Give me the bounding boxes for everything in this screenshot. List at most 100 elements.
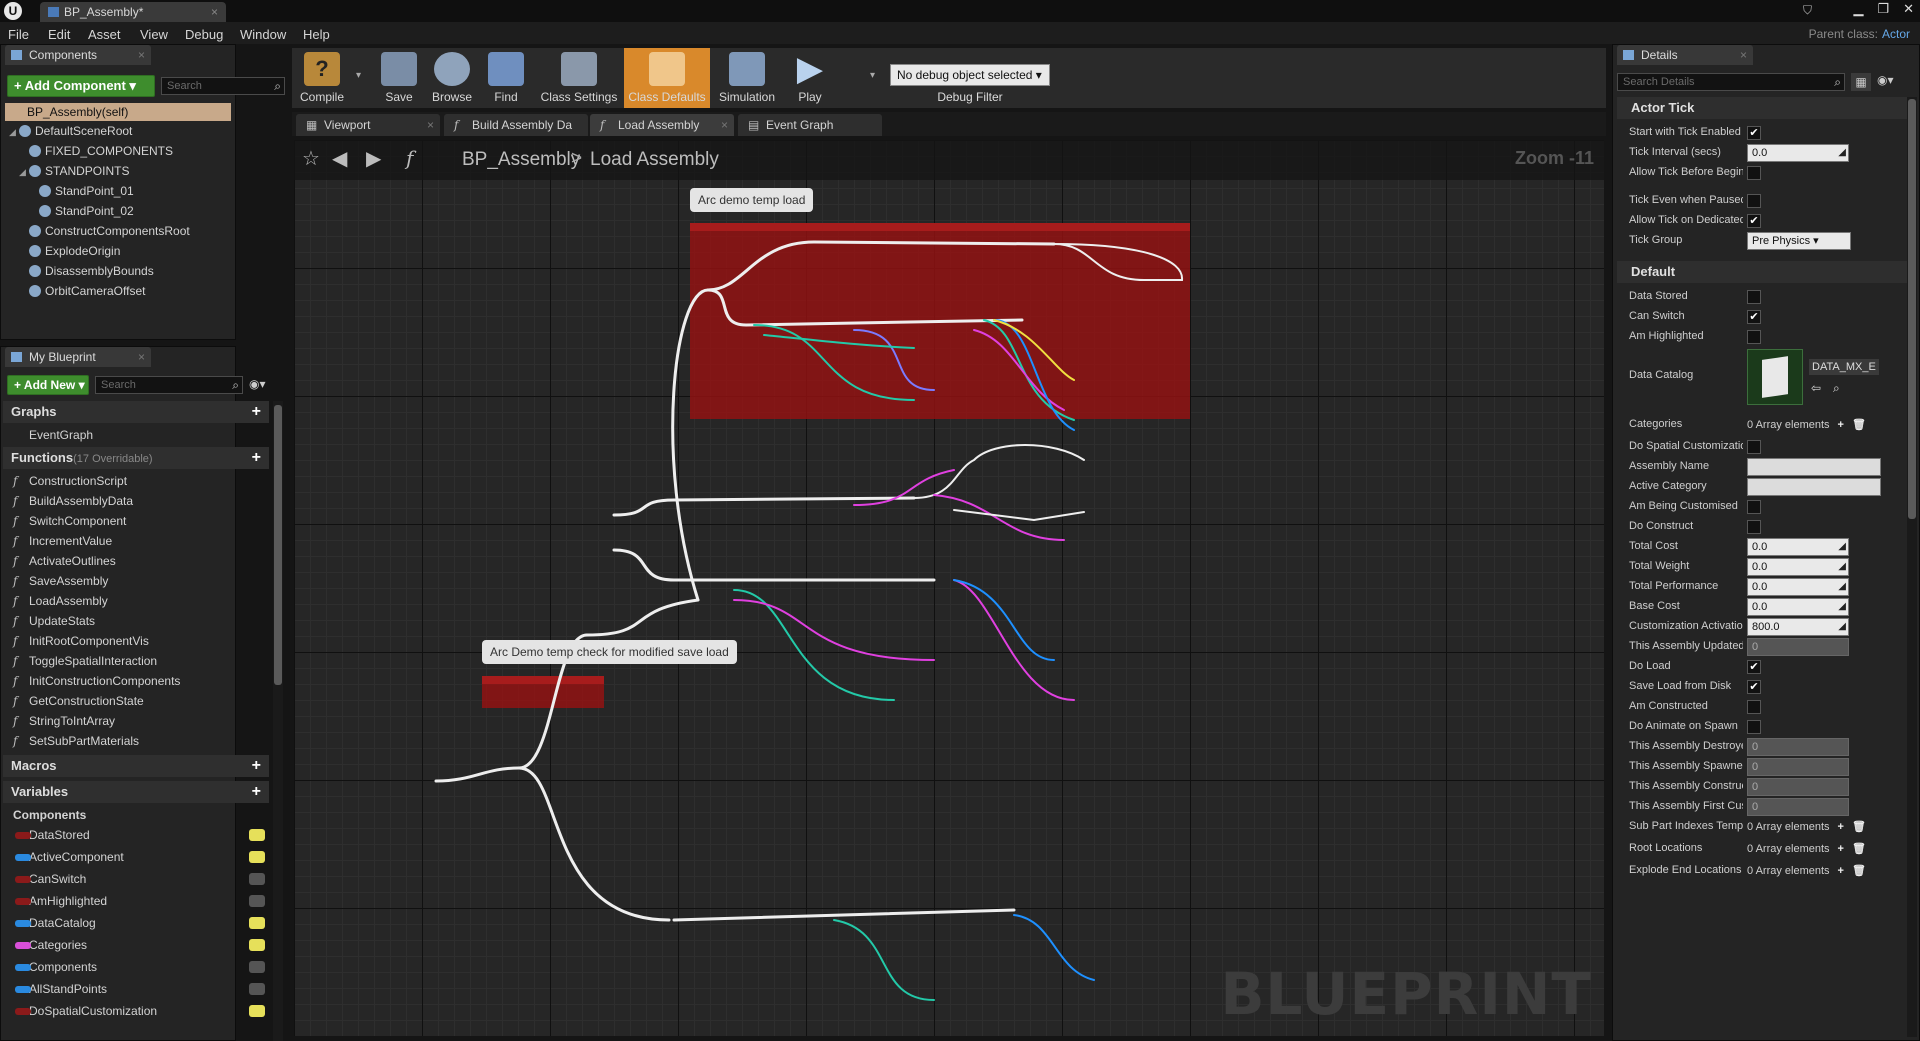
components-search-input[interactable]: Search ⌕ — [161, 77, 285, 95]
variable-list-item[interactable]: CanSwitch — [3, 869, 269, 889]
variable-list-item[interactable]: DataStored — [3, 825, 269, 845]
menu-view[interactable]: View — [140, 27, 168, 42]
function-list-item[interactable]: f ToggleSpatialInteraction — [3, 651, 157, 671]
variable-list-item[interactable]: DataCatalog — [3, 913, 269, 933]
property-text-field[interactable] — [1747, 478, 1881, 496]
property-checkbox[interactable]: ✔ — [1747, 680, 1761, 694]
play-options-chevron-icon[interactable]: ▾ — [870, 70, 875, 81]
actor-tick-section-header[interactable]: Actor Tick — [1617, 97, 1907, 119]
property-checkbox[interactable] — [1747, 194, 1761, 208]
play-button[interactable]: ▶ Play — [784, 48, 836, 108]
function-list-item[interactable]: f ConstructionScript — [3, 471, 127, 491]
my-blueprint-scrollbar[interactable] — [273, 401, 283, 1041]
add-icon[interactable]: + — [252, 781, 261, 803]
expand-arrow-icon[interactable]: ◢ — [19, 162, 29, 182]
compile-options-chevron-icon[interactable]: ▾ — [356, 70, 361, 81]
property-checkbox[interactable]: ✔ — [1747, 660, 1761, 674]
variable-list-item[interactable]: AllStandPoints — [3, 979, 269, 999]
graphs-section-header[interactable]: Graphs + — [3, 401, 269, 423]
minimize-icon[interactable]: ▁ — [1853, 1, 1863, 17]
parent-class-link[interactable]: Actor — [1882, 27, 1910, 41]
property-checkbox[interactable] — [1747, 440, 1761, 454]
eye-icon[interactable] — [249, 829, 265, 841]
property-number-field[interactable]: 0.0 ◢ — [1747, 578, 1849, 596]
menu-file[interactable]: File — [8, 27, 29, 42]
spinner-icon[interactable]: ◢ — [1838, 579, 1846, 595]
variable-list-item[interactable]: Components — [3, 957, 269, 977]
eye-icon[interactable] — [249, 983, 265, 995]
function-list-item[interactable]: f BuildAssemblyData — [3, 491, 133, 511]
eye-icon[interactable] — [249, 939, 265, 951]
default-section-header[interactable]: Default — [1617, 261, 1907, 283]
trash-icon[interactable]: 🗑 — [1852, 843, 1866, 855]
spinner-icon[interactable]: ◢ — [1838, 559, 1846, 575]
component-tree-item[interactable]: FIXED_COMPONENTS — [1, 141, 235, 161]
asset-thumbnail[interactable] — [1747, 349, 1803, 405]
variable-list-item[interactable]: ActiveComponent — [3, 847, 269, 867]
property-number-field[interactable]: 0.0 ◢ — [1747, 558, 1849, 576]
debug-object-select[interactable]: No debug object selected ▾ — [890, 64, 1050, 86]
add-element-icon[interactable]: + — [1838, 821, 1844, 833]
details-scrollbar[interactable] — [1907, 97, 1917, 1037]
component-tree-item[interactable]: ◢ STANDPOINTS — [1, 161, 235, 181]
property-checkbox[interactable] — [1747, 330, 1761, 344]
eye-icon[interactable] — [249, 895, 265, 907]
function-list-item[interactable]: f GetConstructionState — [3, 691, 144, 711]
comment-bubble-modified-save-load[interactable]: Arc Demo temp check for modified save lo… — [482, 640, 737, 664]
expand-arrow-icon[interactable]: ◢ — [9, 122, 19, 142]
menu-edit[interactable]: Edit — [48, 27, 70, 42]
comment-bubble-arc-demo-load[interactable]: Arc demo temp load — [690, 188, 814, 212]
close-icon[interactable]: × — [138, 45, 145, 65]
trash-icon[interactable]: 🗑 — [1852, 821, 1866, 833]
property-text-field[interactable] — [1747, 458, 1881, 476]
close-icon[interactable]: × — [211, 2, 218, 22]
simulation-button[interactable]: Simulation — [714, 48, 780, 108]
eye-icon[interactable] — [249, 851, 265, 863]
spinner-icon[interactable]: ◢ — [1838, 539, 1846, 555]
spinner-icon[interactable]: ◢ — [1838, 599, 1846, 615]
close-icon[interactable]: × — [1740, 45, 1747, 65]
menu-asset[interactable]: Asset — [88, 27, 121, 42]
property-checkbox[interactable]: ✔ — [1747, 126, 1761, 140]
components-tab[interactable]: Components × — [5, 45, 151, 65]
component-tree-item[interactable]: DisassemblyBounds — [1, 261, 235, 281]
add-icon[interactable]: + — [252, 447, 261, 469]
property-number-field[interactable]: 0.0 ◢ — [1747, 538, 1849, 556]
tab-build-assembly-data[interactable]: f Build Assembly Da — [444, 114, 588, 136]
menu-window[interactable]: Window — [240, 27, 286, 42]
spinner-icon[interactable]: ◢ — [1838, 145, 1846, 161]
function-list-item[interactable]: f InitRootComponentVis — [3, 631, 149, 651]
add-element-icon[interactable]: + — [1838, 419, 1844, 431]
close-icon[interactable]: × — [427, 114, 434, 136]
property-checkbox[interactable] — [1747, 520, 1761, 534]
details-tab[interactable]: Details × — [1617, 45, 1753, 65]
variable-list-item[interactable]: AmHighlighted — [3, 891, 269, 911]
function-list-item[interactable]: f StringToIntArray — [3, 711, 115, 731]
back-arrow-icon[interactable]: ◀ — [332, 146, 347, 171]
property-select[interactable]: Pre Physics ▾ — [1747, 232, 1851, 250]
property-matrix-icon[interactable]: ▦ — [1851, 73, 1871, 91]
property-checkbox[interactable] — [1747, 500, 1761, 514]
save-button[interactable]: Save — [374, 48, 424, 108]
close-icon[interactable]: × — [721, 114, 728, 136]
property-number-field[interactable]: 800.0 ◢ — [1747, 618, 1849, 636]
my-blueprint-tab[interactable]: My Blueprint × — [5, 347, 151, 367]
macros-section-header[interactable]: Macros + — [3, 755, 269, 777]
close-window-icon[interactable]: ✕ — [1903, 1, 1914, 17]
function-list-item[interactable]: f ActivateOutlines — [3, 551, 116, 571]
variable-list-item[interactable]: Categories — [3, 935, 269, 955]
property-number-field[interactable]: 0.0 ◢ — [1747, 598, 1849, 616]
add-new-button[interactable]: + Add New ▾ — [7, 375, 89, 395]
eye-icon[interactable] — [249, 961, 265, 973]
property-checkbox[interactable] — [1747, 290, 1761, 304]
my-blueprint-search-input[interactable]: Search ⌕ — [95, 376, 243, 394]
add-icon[interactable]: + — [252, 755, 261, 777]
function-list-item[interactable]: f SwitchComponent — [3, 511, 126, 531]
use-selected-arrow-icon[interactable]: ⇦ — [1811, 381, 1821, 395]
browse-button[interactable]: Browse — [426, 48, 478, 108]
self-component-row[interactable]: BP_Assembly(self) — [5, 103, 231, 121]
browse-to-asset-icon[interactable]: ⌕ — [1833, 381, 1840, 396]
class-defaults-button[interactable]: Class Defaults — [624, 48, 710, 108]
functions-section-header[interactable]: Functions(17 Overridable) + — [3, 447, 269, 469]
component-tree-item[interactable]: ConstructComponentsRoot — [1, 221, 235, 241]
